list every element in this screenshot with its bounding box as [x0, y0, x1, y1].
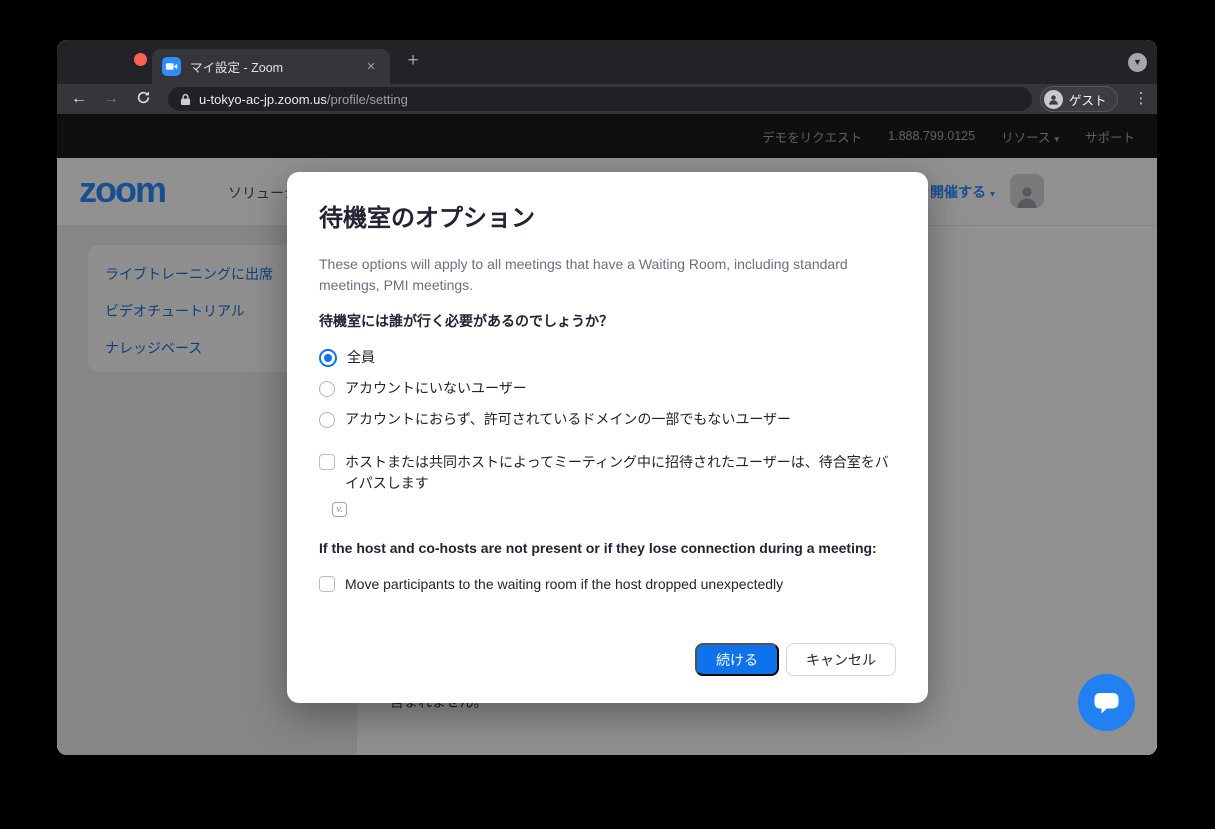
waiting-room-radio-group: 全員 アカウントにいないユーザー アカウントにおらず、許可されているドメインの一… — [319, 342, 896, 435]
tab-close-icon[interactable]: × — [362, 58, 380, 76]
url-domain: u-tokyo-ac-jp.zoom.us — [199, 92, 327, 107]
move-participants-checkbox-row[interactable]: Move participants to the waiting room if… — [319, 574, 896, 595]
profile-avatar-icon — [1044, 90, 1063, 109]
dialog-description: These options will apply to all meetings… — [319, 254, 871, 296]
browser-toolbar: ← → u-tokyo-ac-jp.zoom.us/profile/settin… — [57, 84, 1157, 114]
waiting-room-options-dialog: 待機室のオプション These options will apply to al… — [287, 172, 928, 703]
video-camera-icon — [165, 60, 178, 73]
person-icon — [1047, 93, 1060, 106]
radio-option-users-not-in-account[interactable]: アカウントにいないユーザー — [319, 373, 896, 404]
checkbox-label: Move participants to the waiting room if… — [345, 574, 783, 595]
reload-button[interactable] — [130, 86, 156, 112]
v-badge-icon: v. — [332, 502, 347, 517]
radio-label: 全員 — [347, 347, 375, 368]
tab-title: マイ設定 - Zoom — [190, 57, 362, 76]
dialog-title: 待機室のオプション — [319, 202, 896, 235]
back-button[interactable]: ← — [66, 86, 92, 112]
page-viewport: デモをリクエスト 1.888.799.0125 リソース▾ サポート zoom … — [57, 114, 1157, 755]
guest-label: ゲスト — [1069, 90, 1107, 109]
reload-icon — [136, 90, 151, 105]
radio-label: アカウントにいないユーザー — [345, 378, 527, 399]
host-absent-heading: If the host and co-hosts are not present… — [319, 538, 896, 559]
radio-dot — [324, 354, 332, 362]
radio-unselected-icon[interactable] — [319, 381, 335, 397]
address-bar[interactable]: u-tokyo-ac-jp.zoom.us/profile/setting — [168, 87, 1032, 111]
dialog-question: 待機室には誰が行く必要があるのでしょうか？ — [319, 311, 896, 332]
chat-widget-button[interactable] — [1078, 674, 1135, 731]
checkbox-unchecked-icon[interactable] — [319, 454, 335, 470]
checkbox-label: ホストまたは共同ホストによってミーティング中に招待されたユーザーは、待合室をバイ… — [345, 452, 896, 494]
radio-label: アカウントにおらず、許可されているドメインの一部でもないユーザー — [345, 409, 791, 430]
tab-strip: マイ設定 - Zoom × + ▼ — [57, 40, 1157, 84]
zoom-favicon-icon — [162, 57, 181, 76]
browser-profile-button[interactable]: ゲスト — [1040, 86, 1118, 112]
radio-unselected-icon[interactable] — [319, 412, 335, 428]
speech-bubble-icon — [1093, 691, 1120, 715]
url-text: u-tokyo-ac-jp.zoom.us/profile/setting — [199, 92, 408, 107]
browser-tab[interactable]: マイ設定 - Zoom × — [152, 49, 390, 84]
tab-search-icon[interactable]: ▼ — [1128, 53, 1147, 72]
lock-icon — [180, 93, 191, 106]
url-path: /profile/setting — [327, 92, 408, 107]
bypass-waiting-room-checkbox-row[interactable]: ホストまたは共同ホストによってミーティング中に招待されたユーザーは、待合室をバイ… — [319, 452, 896, 494]
browser-menu-icon[interactable]: ⋮ — [1129, 87, 1153, 111]
new-tab-button[interactable]: + — [401, 50, 425, 74]
cancel-button[interactable]: キャンセル — [786, 643, 896, 676]
continue-button[interactable]: 続ける — [695, 643, 779, 676]
radio-selected-icon[interactable] — [319, 349, 337, 367]
forward-button[interactable]: → — [98, 86, 124, 112]
browser-window: マイ設定 - Zoom × + ▼ ← → u-tokyo-ac-jp.zoom… — [57, 40, 1157, 755]
radio-option-users-not-in-domains[interactable]: アカウントにおらず、許可されているドメインの一部でもないユーザー — [319, 404, 896, 435]
window-close-button[interactable] — [134, 53, 147, 66]
radio-option-everyone[interactable]: 全員 — [319, 342, 896, 373]
dialog-footer: 続ける キャンセル — [319, 643, 896, 676]
checkbox-unchecked-icon[interactable] — [319, 576, 335, 592]
